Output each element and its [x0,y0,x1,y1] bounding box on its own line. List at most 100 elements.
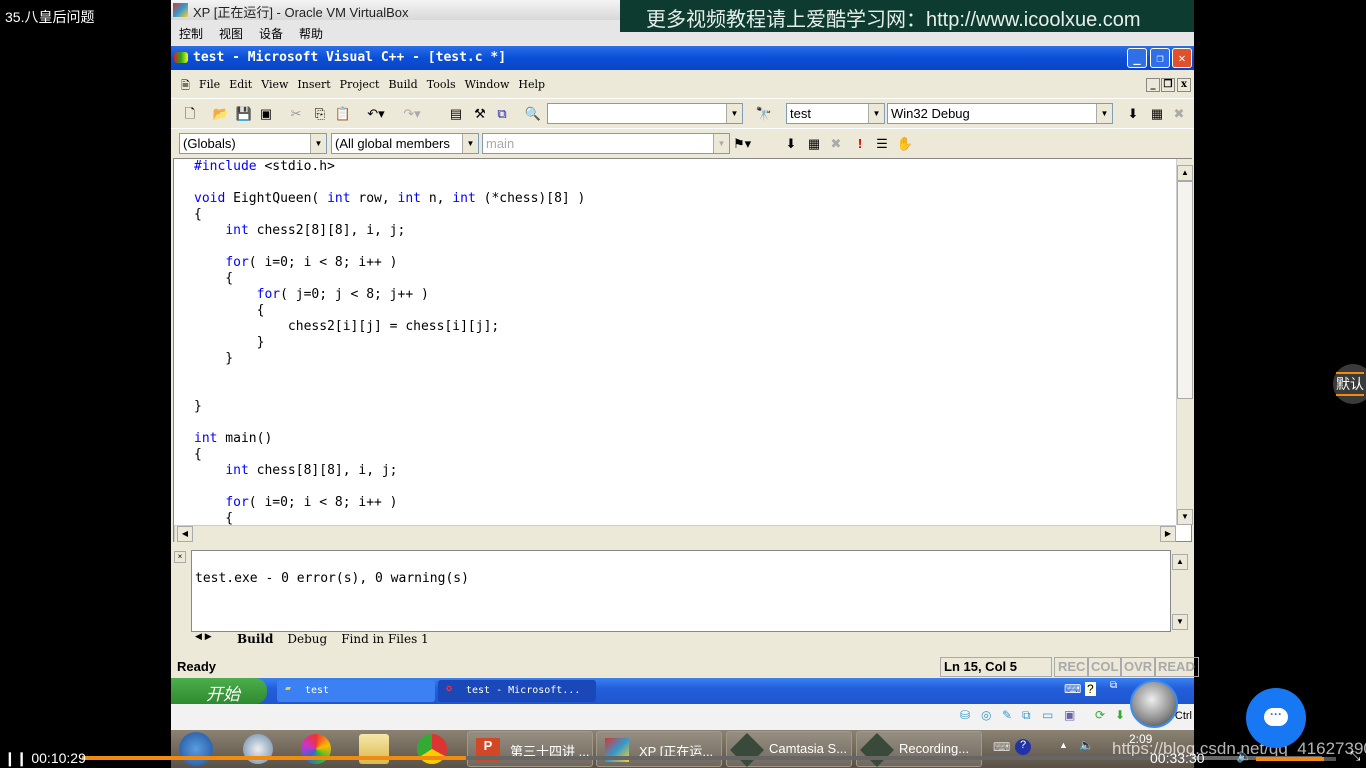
chevron-down-icon[interactable]: ▼ [462,134,478,153]
mouse-integration-icon[interactable]: ⬇ [1115,708,1125,722]
function-combo[interactable]: main ▼ [482,133,730,154]
open-icon[interactable]: 📂 [212,105,230,123]
help-icon[interactable]: ? [1085,682,1096,696]
window-list-icon[interactable]: ⧉ [493,105,511,123]
menu-file[interactable]: File [199,78,220,91]
taskbar-item-powerpoint[interactable]: P 第三十四讲 ... [467,731,593,767]
source-code[interactable]: #include <stdio.h> void EightQueen( int r… [194,159,585,527]
windows-start-orb[interactable] [179,732,213,766]
menu-project[interactable]: Project [340,78,380,91]
breakpoint-hand-icon[interactable]: ✋ [896,135,914,153]
members-combo[interactable]: (All global members ▼ [331,133,479,154]
tab-scroll-arrows[interactable]: ◀ ▶ [195,632,212,642]
project-combo[interactable]: test ▼ [786,103,885,124]
network-icon[interactable]: ⧉ [1022,708,1031,723]
build-icon[interactable]: ▦ [1148,105,1166,123]
horizontal-scrollbar[interactable]: ◀ ▶ [174,525,1176,542]
compile-icon[interactable]: ⬇ [1124,105,1142,123]
menu-edit[interactable]: Edit [229,78,252,91]
menu-control[interactable]: 控制 [179,27,203,41]
close-pane-icon[interactable]: × [174,551,186,563]
tab-build[interactable]: Build [237,632,273,646]
scroll-down-button[interactable]: ▼ [1177,509,1193,525]
cut-icon[interactable]: ✂ [287,105,305,123]
vertical-scrollbar[interactable]: ▲ ▼ [1176,159,1193,525]
save-icon[interactable]: 💾 [235,105,253,123]
chevron-down-icon[interactable]: ▼ [310,134,326,153]
workspace-icon[interactable]: ▤ [447,105,465,123]
code-editor[interactable]: #include <stdio.h> void EightQueen( int r… [173,158,1193,542]
chat-button[interactable]: ··· [1246,688,1306,748]
menu-help[interactable]: 帮助 [299,27,323,41]
output-scroll-up[interactable]: ▲ [1172,554,1188,570]
find-combo[interactable]: ▼ [547,103,743,124]
cd-icon[interactable]: ◎ [981,708,991,722]
chevron-down-icon[interactable]: ▼ [868,104,884,123]
tab-debug[interactable]: Debug [287,632,327,646]
save-all-icon[interactable]: ▣ [257,105,275,123]
keyboard-icon[interactable]: ⌨ [1064,682,1081,696]
taskbar-item-camtasia[interactable]: Camtasia S... [726,731,852,767]
taskbar-item-test-folder[interactable]: ▰ test [277,680,435,702]
capture-icon[interactable]: ⟳ [1095,708,1105,722]
taskbar-item-virtualbox[interactable]: XP [正在运... [596,731,722,767]
scroll-thumb[interactable] [1177,181,1193,399]
pause-icon[interactable]: ❙❙ [4,750,31,766]
class-combo[interactable]: (Globals) ▼ [179,133,327,154]
build-icon[interactable]: ▦ [805,135,823,153]
output-scroll-down[interactable]: ▼ [1172,614,1188,630]
shared-folders-icon[interactable]: ▭ [1042,708,1053,722]
find-in-files-icon[interactable]: 🔍 [524,105,542,123]
volume-icon[interactable]: 🔈 [1236,748,1252,764]
start-button[interactable]: 开始 [171,678,267,704]
output-window-icon[interactable]: ⚒ [471,105,489,123]
restore-icon[interactable]: ⧉ [1110,680,1117,691]
keyboard-icon[interactable]: ⌨ [993,740,1010,754]
new-file-icon[interactable]: 🗋 [181,105,199,123]
hard-disk-icon[interactable]: ⛁ [960,708,970,722]
help-icon[interactable]: ? [1015,739,1031,755]
close-button[interactable]: ✕ [1172,48,1192,68]
mdi-restore-button[interactable]: ❐ [1161,78,1175,92]
menu-help[interactable]: Help [518,78,545,91]
video-progress-bar[interactable] [82,756,1322,760]
scroll-right-button[interactable]: ▶ [1160,526,1176,542]
mdi-close-button[interactable]: x [1177,78,1191,92]
mdi-minimize-button[interactable]: _ [1146,78,1160,92]
copy-icon[interactable]: ⎘ [311,105,329,123]
minimize-button[interactable]: _ [1127,48,1147,68]
compile-icon[interactable]: ⬇ [782,135,800,153]
scroll-left-button[interactable]: ◀ [177,526,193,542]
usb-icon[interactable]: ✎ [1002,708,1012,722]
chevron-down-icon[interactable]: ▼ [1096,104,1112,123]
restore-button[interactable]: ❐ [1150,48,1170,68]
volume-slider[interactable] [1256,757,1336,761]
chevron-down-icon[interactable]: ▼ [726,104,742,123]
scroll-up-button[interactable]: ▲ [1177,165,1193,181]
stop-build-icon[interactable]: ✖ [827,135,845,153]
menu-build[interactable]: Build [388,78,417,91]
menu-insert[interactable]: Insert [297,78,330,91]
show-hidden-icons[interactable]: ▲ [1059,740,1068,750]
menu-view[interactable]: View [261,78,288,91]
go-icon[interactable]: ☰ [873,135,891,153]
execute-icon[interactable]: ! [851,135,869,153]
menu-view[interactable]: 视图 [219,27,243,41]
undo-icon[interactable]: ↶▾ [367,105,385,123]
chevron-down-icon[interactable]: ▼ [713,134,729,153]
taskbar-item-msvc[interactable]: ✪ test - Microsoft... [438,680,596,702]
menu-window[interactable]: Window [465,78,510,91]
find-icon[interactable]: 🔭 [755,105,773,123]
config-combo[interactable]: Win32 Debug ▼ [887,103,1113,124]
volume-icon[interactable]: 🔈 [1079,738,1094,752]
redo-icon[interactable]: ↷▾ [403,105,421,123]
tab-find-in-files[interactable]: Find in Files 1 [341,632,428,646]
quality-button[interactable]: 默认 [1333,364,1366,404]
display-icon[interactable]: ▣ [1064,708,1075,722]
wizard-actions-icon[interactable]: ⚑▾ [733,135,751,153]
taskbar-item-recording[interactable]: Recording... [856,731,982,767]
menu-devices[interactable]: 设备 [259,27,283,41]
menu-tools[interactable]: Tools [427,78,456,91]
stop-build-icon[interactable]: ✖ [1170,105,1188,123]
paste-icon[interactable]: 📋 [334,105,352,123]
